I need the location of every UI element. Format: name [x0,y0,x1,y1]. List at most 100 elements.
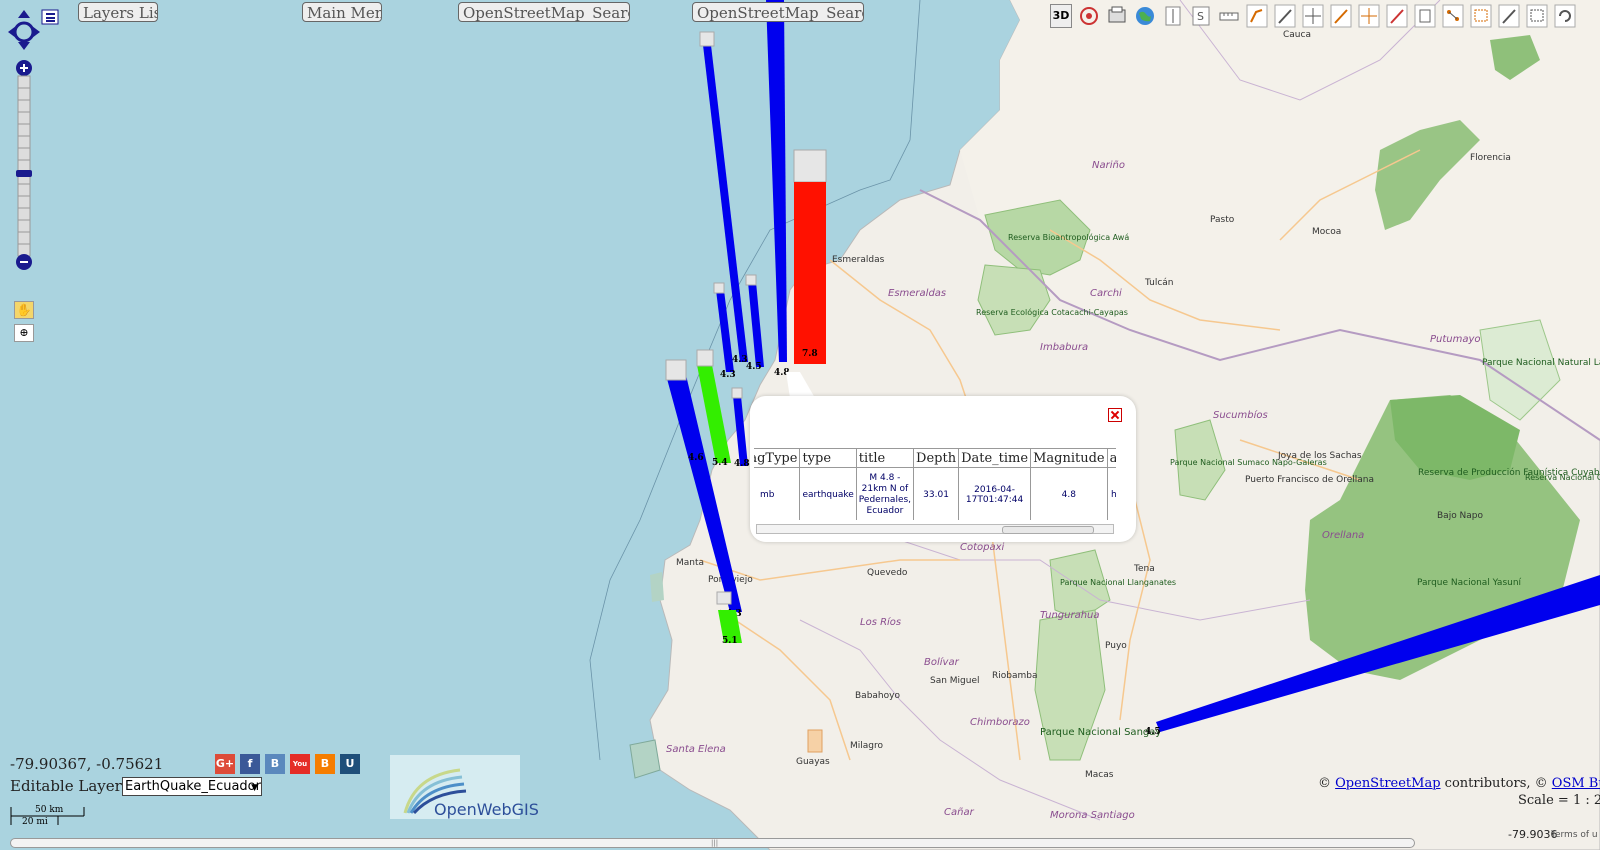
attribute-table-container[interactable]: magType type title Depth Date_time Magni… [754,448,1116,520]
select-box-icon[interactable] [1526,4,1548,28]
svg-text:Puerto Francisco de Orellana: Puerto Francisco de Orellana [1245,475,1374,485]
col-type: type [799,448,857,468]
globe-icon[interactable] [1134,4,1156,28]
svg-text:4.8: 4.8 [734,459,750,469]
editable-layer-value: EarthQuake_Ecuador [125,779,261,794]
svg-text:Milagro: Milagro [850,741,883,751]
svg-text:Reserva Ecológica Cotacachi-Ca: Reserva Ecológica Cotacachi-Cayapas [976,307,1128,317]
svg-text:Mocoa: Mocoa [1312,227,1341,237]
quake-marker: 7.8 [793,149,827,364]
svg-text:Macas: Macas [1085,770,1114,780]
editable-layer-label: Editable Layer: [10,777,127,795]
cell-al: ht [1106,467,1116,520]
network-icon[interactable] [1442,4,1464,28]
map-attribution: © OpenStreetMap contributors, © OSM Buil… [1318,776,1600,791]
svg-text:5.1: 5.1 [722,636,738,646]
svg-text:4.3: 4.3 [720,370,736,380]
ruler-vertical-icon[interactable] [1162,4,1184,28]
city-guayaquil [807,729,823,753]
print-icon[interactable] [1106,4,1128,28]
svg-text:4.6: 4.6 [688,453,704,463]
cursor-coordinates: -79.90367, -0.75621 [10,755,164,773]
svg-text:7.8: 7.8 [802,349,818,359]
facebook-icon[interactable]: f [240,754,260,774]
svg-text:Esmeraldas: Esmeraldas [832,255,885,265]
page-horizontal-scrollbar[interactable]: ||| [10,838,1415,848]
refresh-icon[interactable] [1554,4,1576,28]
youtube-icon[interactable]: You [290,754,310,774]
osm-search-button-1[interactable]: OpenStreetMap_Search: [458,2,630,22]
pan-control[interactable] [6,8,62,54]
svg-text:Pasto: Pasto [1210,215,1235,225]
col-date-time: Date_time [958,448,1032,468]
svg-text:S: S [1197,10,1204,23]
move-feature-icon[interactable] [1358,4,1380,28]
table-row: mb earthquake M 4.8 - 21km N of Pedernal… [754,467,1116,520]
col-title: title [855,448,915,468]
zoom-box-icon[interactable]: ⊕ [14,324,34,342]
pencil-icon[interactable] [1274,4,1296,28]
svg-text:Parque Nacional Sumaco Napo-Ga: Parque Nacional Sumaco Napo-Galeras [1170,458,1327,467]
layers-list-button[interactable]: Layers List [78,2,158,22]
svg-text:Bolívar: Bolívar [924,656,960,668]
draw-path-icon[interactable] [1246,4,1268,28]
3d-view-icon[interactable]: 3D [1050,4,1072,28]
hand-pan-icon[interactable]: ✋ [14,301,34,319]
zoom-slider[interactable] [15,60,33,270]
osm-buildings-link[interactable]: OSM Buildin [1552,776,1600,791]
svg-text:Bajo Napo: Bajo Napo [1437,511,1484,521]
scale-km: 50 km [35,805,64,815]
cell-type: earthquake [799,467,857,520]
svg-text:Los Ríos: Los Ríos [860,616,901,628]
svg-text:Riobamba: Riobamba [992,671,1037,681]
polygon-icon[interactable] [1470,4,1492,28]
google-plus-icon[interactable]: G+ [215,754,235,774]
svg-text:Cañar: Cañar [944,807,975,818]
target-icon[interactable] [1078,4,1100,28]
chevron-down-icon: ▼ [251,783,258,793]
feature-info-popup: magType type title Depth Date_time Magni… [750,396,1136,542]
cell-title: M 4.8 - 21km N of Pedernales, Ecuador [855,467,915,520]
osm-link[interactable]: OpenStreetMap [1335,776,1440,791]
svg-text:Florencia: Florencia [1470,153,1511,163]
popup-horizontal-scrollbar[interactable] [756,524,1114,534]
col-al: al [1106,448,1116,468]
attribution-prefix: © [1318,776,1336,791]
scrollbar-thumb[interactable] [1002,526,1094,534]
svg-text:Nariño: Nariño [1092,160,1125,171]
line-edit-icon[interactable] [1498,4,1520,28]
svg-text:Parque Nacional Sangay: Parque Nacional Sangay [1040,727,1161,738]
svg-text:4.5: 4.5 [746,362,762,372]
area-measure-icon[interactable]: S [1190,4,1212,28]
svg-text:Reserva Nacional Gueppí-Sekime: Reserva Nacional Gueppí-Sekime [1525,473,1600,482]
scrollbar-grip-icon: ||| [711,839,719,847]
delete-feature-icon[interactable] [1386,4,1408,28]
ustream-icon[interactable]: U [340,754,360,774]
terms-link[interactable]: Terms of u [1551,830,1598,840]
svg-text:Sucumbíos: Sucumbíos [1213,409,1268,421]
svg-text:Orellana: Orellana [1322,530,1364,541]
svg-text:Parque Nacional Llanganates: Parque Nacional Llanganates [1060,578,1176,587]
attribution-text: contributors, © [1440,776,1552,791]
move-icon[interactable] [1302,4,1324,28]
scale-ratio: Scale = 1 : 2 [1518,793,1600,808]
main-menu-button[interactable]: Main Menu [302,2,382,22]
ruler-icon[interactable] [1218,4,1240,28]
col-depth: Depth [913,448,960,468]
save-icon[interactable] [1414,4,1436,28]
cell-magnitude: 4.8 [1030,467,1108,520]
svg-text:Tungurahua: Tungurahua [1040,610,1100,621]
svg-text:Tulcán: Tulcán [1144,278,1174,288]
osm-search-button-2[interactable]: OpenStreetMap_Search: [692,2,864,22]
logo-text: OpenWebGIS [434,800,539,819]
close-icon[interactable] [1108,408,1122,422]
blogger-icon[interactable]: B [315,754,335,774]
svg-text:Santa Elena: Santa Elena [666,744,726,755]
svg-text:Tena: Tena [1133,564,1155,574]
edit-pencil-icon[interactable] [1330,4,1352,28]
editable-layer-select[interactable]: EarthQuake_Ecuador ▼ [122,777,262,796]
attribute-table: magType type title Depth Date_time Magni… [754,448,1116,520]
svg-text:Putumayo: Putumayo [1430,334,1481,345]
svg-text:Quevedo: Quevedo [867,568,908,578]
vk-icon[interactable]: B [265,754,285,774]
